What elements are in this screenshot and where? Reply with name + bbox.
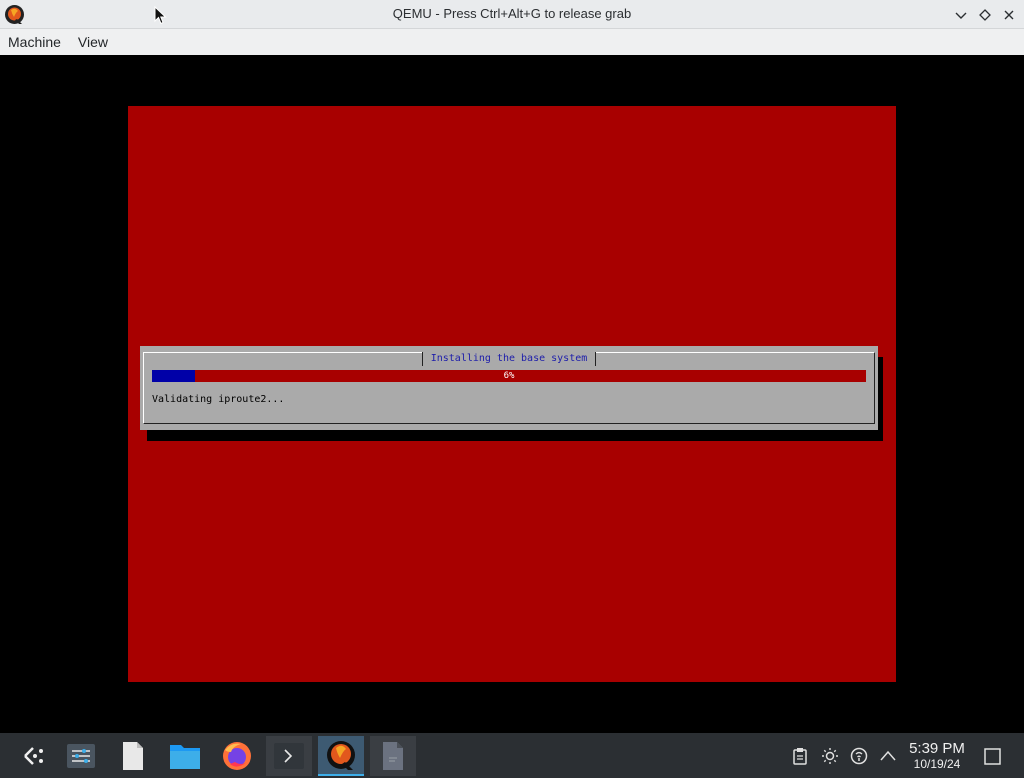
file-manager-button[interactable] — [162, 736, 208, 776]
maximize-button[interactable] — [975, 5, 995, 25]
menu-machine[interactable]: Machine — [8, 34, 61, 50]
close-button[interactable] — [999, 5, 1019, 25]
firefox-icon — [223, 742, 251, 770]
progress-bar: 6% — [152, 370, 866, 382]
sliders-icon — [67, 744, 95, 768]
dialog-title: Installing the base system — [421, 352, 597, 366]
document-icon — [123, 742, 143, 770]
qemu-icon — [327, 741, 355, 770]
diamond-icon — [979, 9, 991, 21]
menu-bar: Machine View — [0, 29, 1024, 55]
chevron-down-icon — [955, 12, 967, 19]
task-manager-button[interactable] — [58, 736, 104, 776]
close-icon — [1004, 10, 1014, 20]
text-editor-button[interactable] — [110, 736, 156, 776]
progress-label: 6% — [503, 371, 515, 381]
menu-view[interactable]: View — [78, 34, 108, 50]
launcher-icon — [24, 747, 43, 765]
network-icon[interactable] — [850, 747, 868, 765]
terminal-button[interactable] — [266, 736, 312, 776]
clock[interactable]: 5:39 PM 10/19/24 — [904, 740, 970, 771]
window-titlebar[interactable]: QEMU - Press Ctrl+Alt+G to release grab — [0, 0, 1024, 29]
clock-date: 10/19/24 — [913, 757, 961, 771]
qemu-task-button[interactable] — [318, 736, 364, 776]
folder-icon — [170, 745, 200, 769]
installer-progress-dialog: Installing the base system 6% Validating… — [140, 346, 878, 430]
status-text: Validating iproute2... — [152, 394, 285, 405]
document-viewer-button[interactable] — [370, 736, 416, 776]
clipboard-icon[interactable] — [791, 747, 809, 765]
mouse-cursor-icon — [154, 6, 167, 25]
minimize-button[interactable] — [951, 5, 971, 25]
application-launcher-button[interactable] — [10, 736, 56, 776]
brightness-icon[interactable] — [821, 747, 839, 765]
document-viewer-icon — [383, 742, 403, 770]
taskbar: 5:39 PM 10/19/24 — [0, 733, 1024, 778]
show-desktop-icon[interactable] — [983, 747, 1002, 766]
terminal-icon — [274, 743, 304, 769]
expand-tray-icon[interactable] — [879, 747, 897, 765]
firefox-button[interactable] — [214, 736, 260, 776]
clock-time: 5:39 PM — [909, 740, 965, 757]
